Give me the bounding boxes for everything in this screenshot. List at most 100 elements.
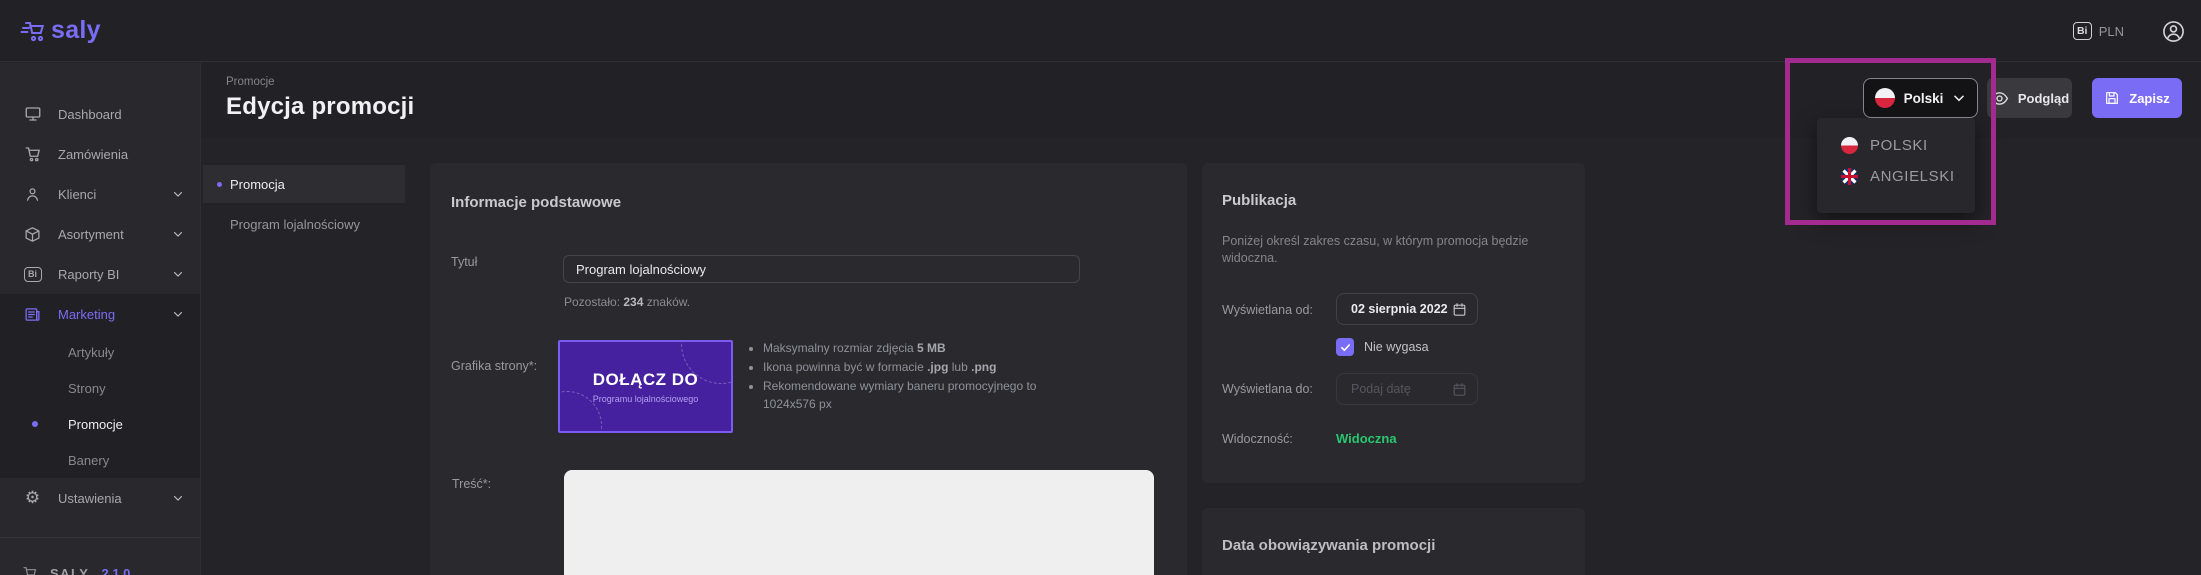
- app-version: SALY 2.1.0: [22, 565, 130, 575]
- poland-flag-icon: [1875, 88, 1895, 108]
- publication-title: Publikacja: [1222, 192, 1296, 209]
- image-requirements-list: Maksymalny rozmiar zdjęcia 5 MB Ikona po…: [763, 339, 1063, 414]
- content-field-label: Treść*:: [452, 477, 491, 491]
- sidebar-subitem-articles[interactable]: Artykuły: [0, 334, 200, 370]
- promotion-tabs: Promocja Program lojalnościowy: [203, 165, 405, 245]
- language-option-english[interactable]: ANGIELSKI: [1817, 161, 1975, 192]
- characters-remaining: Pozostało: 234 znaków.: [564, 295, 690, 309]
- uk-flag-icon: [1841, 168, 1858, 185]
- banner-title: DOŁĄCZ DO: [593, 370, 699, 390]
- from-date-input[interactable]: 02 sierpnia 2022: [1336, 293, 1478, 325]
- logo-text: saly: [51, 16, 101, 45]
- publication-description: Poniżej określ zakres czasu, w którym pr…: [1222, 233, 1560, 267]
- promo-validity-card: Data obowiązywania promocji: [1202, 508, 1585, 575]
- cart-logo-icon: [20, 19, 47, 43]
- requirement-item: Rekomendowane wymiary baneru promocyjneg…: [763, 377, 1063, 413]
- title-input[interactable]: [563, 255, 1080, 283]
- save-label: Zapisz: [2129, 91, 2169, 106]
- topbar-right: Bi PLN: [2073, 0, 2185, 62]
- topbar: saly Bi PLN: [0, 0, 2201, 62]
- sidebar-item-label: Asortyment: [58, 227, 124, 242]
- chevron-down-icon: [172, 228, 184, 240]
- cart-icon: [22, 565, 38, 575]
- currency-selector[interactable]: Bi PLN: [2073, 22, 2124, 40]
- validity-title: Data obowiązywania promocji: [1222, 537, 1435, 554]
- version-name: SALY: [50, 566, 89, 575]
- sidebar-item-label: Zamówienia: [58, 147, 128, 162]
- to-date-label: Wyświetlana do:: [1222, 382, 1313, 396]
- visibility-label: Widoczność:: [1222, 432, 1293, 446]
- sidebar-item-clients[interactable]: Klienci: [0, 174, 200, 214]
- save-button[interactable]: Zapisz: [2092, 78, 2182, 118]
- sidebar-item-label: Raporty BI: [58, 267, 119, 282]
- language-dropdown-button[interactable]: Polski: [1863, 78, 1978, 118]
- sidebar-item-marketing[interactable]: Marketing: [0, 294, 200, 334]
- active-dot: [32, 421, 38, 427]
- subitem-label: Artykuły: [68, 345, 114, 360]
- gear-icon: ⚙: [22, 488, 43, 508]
- tab-promotion[interactable]: Promocja: [203, 165, 405, 203]
- subitem-label: Promocje: [68, 417, 123, 432]
- promo-banner-image[interactable]: DOŁĄCZ DO Programu lojalnościowego: [558, 340, 733, 433]
- chevron-down-icon: [172, 188, 184, 200]
- requirement-item: Ikona powinna być w formacie .jpg lub .p…: [763, 358, 1063, 376]
- tab-label: Program lojalnościowy: [230, 217, 360, 232]
- poland-flag-icon: [1841, 137, 1858, 154]
- preview-label: Podgląd: [2018, 91, 2069, 106]
- selected-language: Polski: [1904, 91, 1944, 106]
- from-date-label: Wyświetlana od:: [1222, 303, 1313, 317]
- article-icon: [22, 306, 43, 323]
- cart-icon: [22, 145, 43, 163]
- publication-card: Publikacja Poniżej określ zakres czasu, …: [1202, 163, 1585, 483]
- save-disk-icon: [2104, 90, 2120, 106]
- currency-code: PLN: [2099, 24, 2124, 39]
- version-number: 2.1.0: [101, 566, 130, 575]
- sidebar-item-label: Ustawienia: [58, 491, 122, 506]
- account-icon[interactable]: [2162, 20, 2185, 43]
- sidebar-subitem-promotions[interactable]: Promocje: [0, 406, 200, 442]
- subitem-label: Strony: [68, 381, 106, 396]
- requirement-item: Maksymalny rozmiar zdjęcia 5 MB: [763, 339, 1063, 357]
- checkbox-checked-icon[interactable]: [1336, 338, 1354, 356]
- language-option-polish[interactable]: POLSKI: [1817, 130, 1975, 161]
- never-expires-checkbox-row[interactable]: Nie wygasa: [1336, 338, 1429, 356]
- sidebar: Dashboard Zamówienia Klienci: [0, 63, 201, 575]
- active-dot: [217, 182, 222, 187]
- sidebar-item-label: Marketing: [58, 307, 115, 322]
- monitor-icon: [22, 105, 43, 123]
- tab-loyalty-program[interactable]: Program lojalnościowy: [203, 203, 405, 245]
- sidebar-item-reports-bi[interactable]: Bi Raporty BI: [0, 254, 200, 294]
- to-date-input[interactable]: Podaj datę: [1336, 373, 1478, 405]
- subitem-label: Banery: [68, 453, 109, 468]
- bi-icon: Bi: [22, 267, 43, 282]
- banner-subtitle: Programu lojalnościowego: [593, 394, 699, 404]
- sidebar-item-assortment[interactable]: Asortyment: [0, 214, 200, 254]
- sidebar-item-label: Klienci: [58, 187, 96, 202]
- user-icon: [22, 186, 43, 203]
- sidebar-item-dashboard[interactable]: Dashboard: [0, 94, 200, 134]
- chevron-down-icon: [172, 308, 184, 320]
- eye-icon: [1990, 89, 2009, 108]
- currency-icon: Bi: [2073, 22, 2092, 40]
- visibility-status: Widoczna: [1336, 431, 1397, 446]
- language-dropdown-menu: POLSKI ANGIELSKI: [1817, 118, 1975, 213]
- chevron-down-icon: [1952, 91, 1966, 105]
- chevron-down-icon: [172, 492, 184, 504]
- sidebar-marketing-section: Marketing Artykuły Strony Promocje Baner…: [0, 294, 200, 478]
- never-expires-label: Nie wygasa: [1364, 340, 1429, 354]
- section-title: Informacje podstawowe: [451, 194, 621, 211]
- sidebar-item-orders[interactable]: Zamówienia: [0, 134, 200, 174]
- sidebar-subitem-banners[interactable]: Banery: [0, 442, 200, 478]
- content-editor[interactable]: [564, 470, 1154, 575]
- preview-button[interactable]: Podgląd: [1987, 78, 2072, 118]
- app-window: saly Bi PLN Dashboard: [0, 0, 2201, 575]
- graphic-field-label: Grafika strony*:: [451, 359, 537, 373]
- sidebar-subitem-pages[interactable]: Strony: [0, 370, 200, 406]
- calendar-icon: [1452, 302, 1467, 317]
- chevron-down-icon: [172, 268, 184, 280]
- app-logo[interactable]: saly: [20, 16, 101, 45]
- calendar-icon: [1452, 382, 1467, 397]
- sidebar-item-settings[interactable]: ⚙ Ustawienia: [0, 478, 200, 518]
- sidebar-item-label: Dashboard: [58, 107, 122, 122]
- box-icon: [22, 226, 43, 243]
